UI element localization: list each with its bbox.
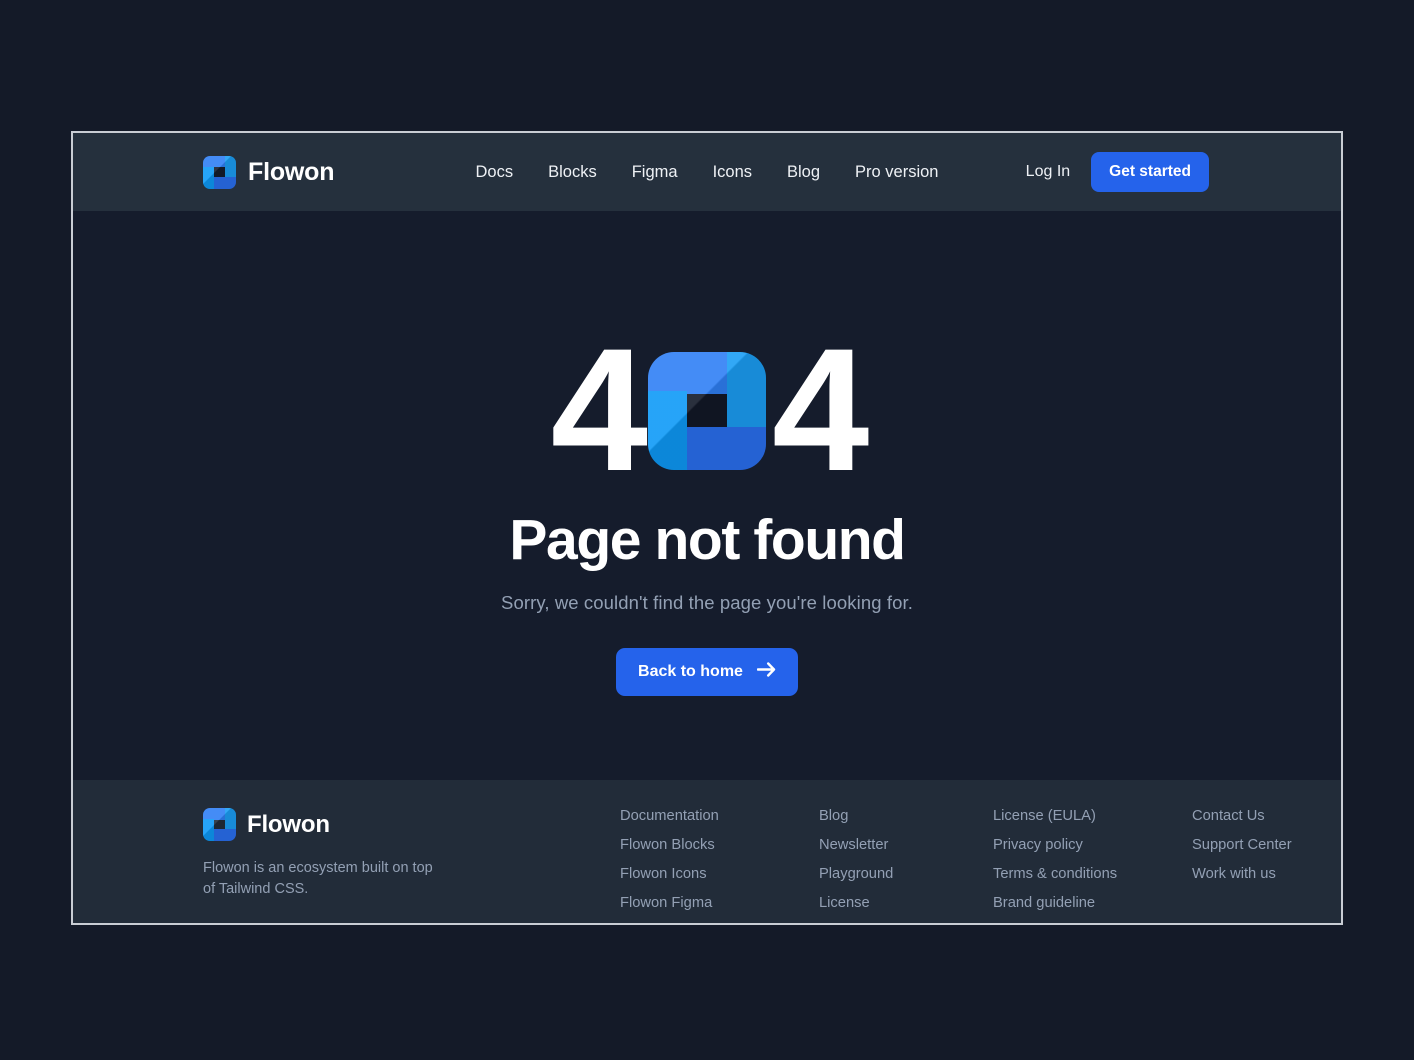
footer-link-flowon-blocks[interactable]: Flowon Blocks xyxy=(620,837,819,853)
footer-link-license-eula[interactable]: License (EULA) xyxy=(993,808,1192,824)
footer-link-license[interactable]: License xyxy=(819,895,993,911)
footer-link-blog[interactable]: Blog xyxy=(819,808,993,824)
footer-link-newsletter[interactable]: Newsletter xyxy=(819,837,993,853)
footer-link-work-with-us[interactable]: Work with us xyxy=(1192,866,1341,882)
arrow-right-icon xyxy=(756,662,776,682)
footer-column-legal: License (EULA) Privacy policy Terms & co… xyxy=(993,808,1192,911)
page-card: Flowon Docs Blocks Figma Icons Blog Pro … xyxy=(71,131,1343,925)
nav-item-blog[interactable]: Blog xyxy=(787,163,820,182)
error-digit-left: 4 xyxy=(550,313,648,508)
nav-item-blocks[interactable]: Blocks xyxy=(548,163,597,182)
footer-link-terms-conditions[interactable]: Terms & conditions xyxy=(993,866,1192,882)
flowon-logo-icon xyxy=(203,155,236,189)
footer-link-support-center[interactable]: Support Center xyxy=(1192,837,1341,853)
page-subtitle: Sorry, we couldn't find the page you're … xyxy=(501,592,913,614)
footer-brand[interactable]: Flowon xyxy=(203,808,503,841)
nav-item-docs[interactable]: Docs xyxy=(476,163,514,182)
footer-link-playground[interactable]: Playground xyxy=(819,866,993,882)
error-code-graphic: 4 4 xyxy=(550,313,870,508)
footer-link-contact-us[interactable]: Contact Us xyxy=(1192,808,1341,824)
site-header: Flowon Docs Blocks Figma Icons Blog Pro … xyxy=(73,133,1341,211)
page-title: Page not found xyxy=(509,507,906,572)
flowon-logo-icon xyxy=(203,808,236,841)
footer-brand-name: Flowon xyxy=(247,810,330,838)
header-actions: Log In Get started xyxy=(1026,152,1209,192)
footer-tagline: Flowon is an ecosystem built on top of T… xyxy=(203,860,433,898)
footer-link-flowon-figma[interactable]: Flowon Figma xyxy=(620,895,819,911)
header-brand-name: Flowon xyxy=(248,157,335,186)
header-brand[interactable]: Flowon xyxy=(203,155,335,189)
footer-link-brand-guideline[interactable]: Brand guideline xyxy=(993,895,1192,911)
footer-column-resources: Blog Newsletter Playground License xyxy=(819,808,993,911)
error-content: 4 4 Page not found Sorry, we couldn't fi… xyxy=(73,211,1341,780)
site-footer: Flowon Flowon is an ecosystem built on t… xyxy=(73,780,1341,923)
nav-item-figma[interactable]: Figma xyxy=(632,163,678,182)
nav-item-pro-version[interactable]: Pro version xyxy=(855,163,938,182)
primary-nav: Docs Blocks Figma Icons Blog Pro version xyxy=(476,163,939,182)
login-link[interactable]: Log In xyxy=(1026,163,1070,181)
footer-column-support: Contact Us Support Center Work with us xyxy=(1192,808,1341,911)
footer-link-columns: Documentation Flowon Blocks Flowon Icons… xyxy=(620,808,1341,911)
error-digit-right: 4 xyxy=(772,313,869,508)
get-started-button[interactable]: Get started xyxy=(1091,152,1209,192)
back-to-home-label: Back to home xyxy=(638,663,743,681)
flowon-logo-icon xyxy=(648,351,766,470)
footer-link-documentation[interactable]: Documentation xyxy=(620,808,819,824)
footer-brand-block: Flowon Flowon is an ecosystem built on t… xyxy=(203,808,503,900)
nav-item-icons[interactable]: Icons xyxy=(713,163,752,182)
back-to-home-button[interactable]: Back to home xyxy=(616,648,798,697)
footer-link-flowon-icons[interactable]: Flowon Icons xyxy=(620,866,819,882)
footer-link-privacy-policy[interactable]: Privacy policy xyxy=(993,837,1192,853)
footer-column-product: Documentation Flowon Blocks Flowon Icons… xyxy=(620,808,819,911)
